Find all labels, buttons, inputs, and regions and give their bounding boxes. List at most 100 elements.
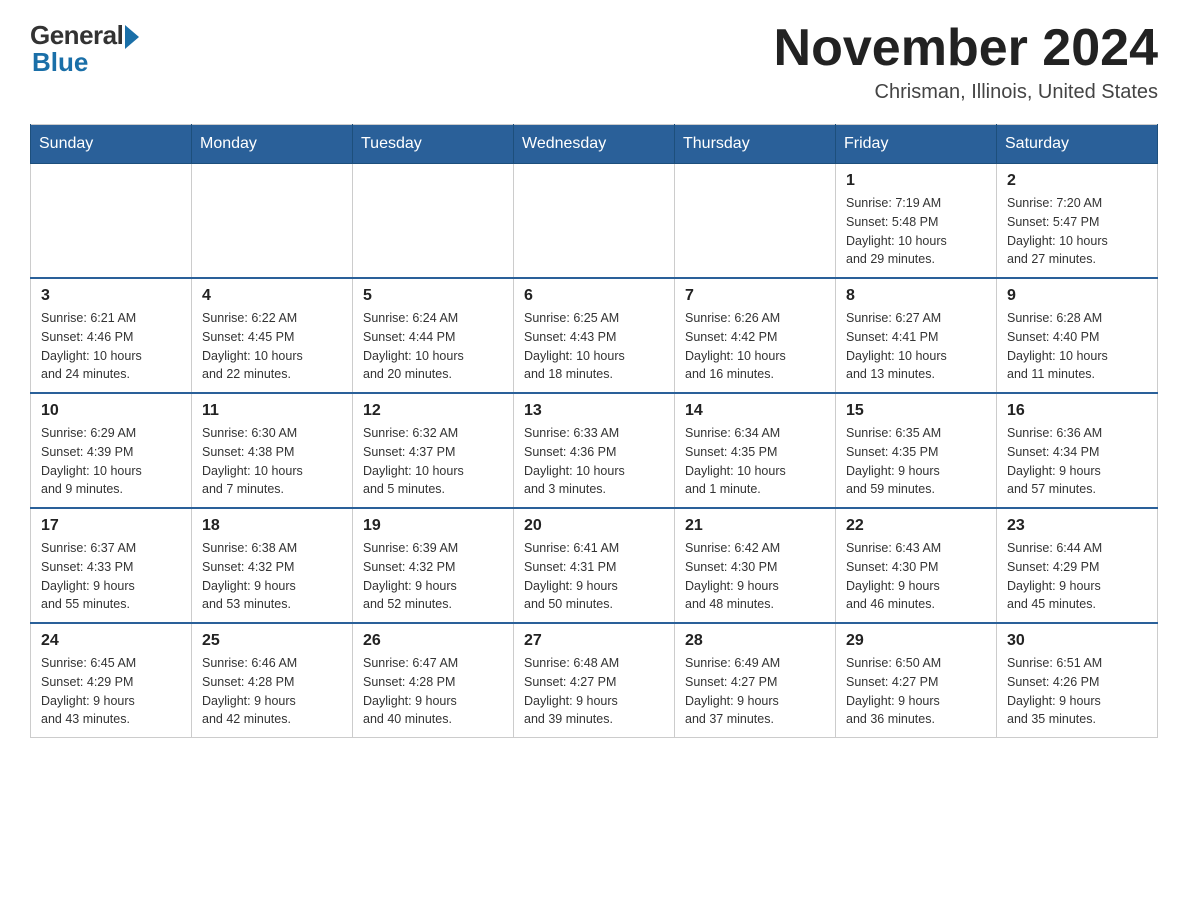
day-of-week-header: Saturday [997, 125, 1158, 164]
calendar-day-cell: 27Sunrise: 6:48 AM Sunset: 4:27 PM Dayli… [514, 623, 675, 738]
day-number: 14 [685, 402, 825, 420]
calendar-subtitle: Chrisman, Illinois, United States [774, 81, 1158, 104]
calendar-day-cell: 4 Sunrise: 6:22 AM Sunset: 4:45 PM Daylig… [192, 278, 353, 393]
calendar-day-cell: 21Sunrise: 6:42 AM Sunset: 4:30 PM Dayli… [675, 508, 836, 623]
day-info: Sunrise: 6:21 AM Sunset: 4:46 PM Dayligh… [41, 311, 142, 381]
day-number: 17 [41, 517, 181, 535]
page-header: General Blue November 2024 Chrisman, Ill… [30, 20, 1158, 104]
day-info: Sunrise: 6:50 AM Sunset: 4:27 PM Dayligh… [846, 656, 941, 726]
day-info: Sunrise: 6:42 AM Sunset: 4:30 PM Dayligh… [685, 541, 780, 611]
day-of-week-header: Tuesday [353, 125, 514, 164]
day-info: Sunrise: 6:34 AM Sunset: 4:35 PM Dayligh… [685, 426, 786, 496]
calendar-day-cell: 18 Sunrise: 6:38 AM Sunset: 4:32 PM Dayli… [192, 508, 353, 623]
day-number: 13 [524, 402, 664, 420]
calendar-day-cell: 11Sunrise: 6:30 AM Sunset: 4:38 PM Dayli… [192, 393, 353, 508]
day-info: Sunrise: 6:44 AM Sunset: 4:29 PM Dayligh… [1007, 541, 1102, 611]
logo: General Blue [30, 20, 139, 78]
title-section: November 2024 Chrisman, Illinois, United… [774, 20, 1158, 104]
calendar-day-cell: 3 Sunrise: 6:21 AM Sunset: 4:46 PM Daylig… [31, 278, 192, 393]
day-number: 22 [846, 517, 986, 535]
calendar-title: November 2024 [774, 20, 1158, 77]
day-number: 25 [202, 632, 342, 650]
day-number: 26 [363, 632, 503, 650]
day-number: 10 [41, 402, 181, 420]
day-number: 1 [846, 172, 986, 190]
calendar-day-cell: 16 Sunrise: 6:36 AM Sunset: 4:34 PM Dayli… [997, 393, 1158, 508]
day-of-week-header: Monday [192, 125, 353, 164]
day-info: Sunrise: 6:46 AM Sunset: 4:28 PM Dayligh… [202, 656, 297, 726]
calendar-day-cell: 19Sunrise: 6:39 AM Sunset: 4:32 PM Dayli… [353, 508, 514, 623]
calendar-day-cell: 20 Sunrise: 6:41 AM Sunset: 4:31 PM Dayli… [514, 508, 675, 623]
day-number: 18 [202, 517, 342, 535]
day-info: Sunrise: 6:36 AM Sunset: 4:34 PM Dayligh… [1007, 426, 1102, 496]
calendar-day-cell: 25 Sunrise: 6:46 AM Sunset: 4:28 PM Dayli… [192, 623, 353, 738]
day-info: Sunrise: 6:37 AM Sunset: 4:33 PM Dayligh… [41, 541, 136, 611]
calendar-day-cell [192, 164, 353, 279]
calendar-week-row: 3 Sunrise: 6:21 AM Sunset: 4:46 PM Daylig… [31, 278, 1158, 393]
day-number: 2 [1007, 172, 1147, 190]
day-info: Sunrise: 7:19 AM Sunset: 5:48 PM Dayligh… [846, 196, 947, 266]
calendar-week-row: 17 Sunrise: 6:37 AM Sunset: 4:33 PM Dayli… [31, 508, 1158, 623]
day-number: 3 [41, 287, 181, 305]
day-info: Sunrise: 6:48 AM Sunset: 4:27 PM Dayligh… [524, 656, 619, 726]
day-info: Sunrise: 6:24 AM Sunset: 4:44 PM Dayligh… [363, 311, 464, 381]
calendar-day-cell: 13 Sunrise: 6:33 AM Sunset: 4:36 PM Dayli… [514, 393, 675, 508]
calendar-day-cell: 23 Sunrise: 6:44 AM Sunset: 4:29 PM Dayli… [997, 508, 1158, 623]
calendar-day-cell [31, 164, 192, 279]
day-number: 16 [1007, 402, 1147, 420]
calendar-day-cell: 28 Sunrise: 6:49 AM Sunset: 4:27 PM Dayli… [675, 623, 836, 738]
day-info: Sunrise: 6:28 AM Sunset: 4:40 PM Dayligh… [1007, 311, 1108, 381]
day-number: 12 [363, 402, 503, 420]
day-info: Sunrise: 6:32 AM Sunset: 4:37 PM Dayligh… [363, 426, 464, 496]
day-info: Sunrise: 6:25 AM Sunset: 4:43 PM Dayligh… [524, 311, 625, 381]
calendar-week-row: 24Sunrise: 6:45 AM Sunset: 4:29 PM Dayli… [31, 623, 1158, 738]
calendar-day-cell: 15Sunrise: 6:35 AM Sunset: 4:35 PM Dayli… [836, 393, 997, 508]
day-of-week-header: Thursday [675, 125, 836, 164]
day-of-week-header: Sunday [31, 125, 192, 164]
day-info: Sunrise: 6:33 AM Sunset: 4:36 PM Dayligh… [524, 426, 625, 496]
day-number: 7 [685, 287, 825, 305]
day-info: Sunrise: 6:29 AM Sunset: 4:39 PM Dayligh… [41, 426, 142, 496]
calendar-day-cell: 9Sunrise: 6:28 AM Sunset: 4:40 PM Daylig… [997, 278, 1158, 393]
day-info: Sunrise: 6:43 AM Sunset: 4:30 PM Dayligh… [846, 541, 941, 611]
day-info: Sunrise: 7:20 AM Sunset: 5:47 PM Dayligh… [1007, 196, 1108, 266]
calendar-day-cell: 6 Sunrise: 6:25 AM Sunset: 4:43 PM Daylig… [514, 278, 675, 393]
day-number: 6 [524, 287, 664, 305]
day-info: Sunrise: 6:49 AM Sunset: 4:27 PM Dayligh… [685, 656, 780, 726]
calendar-day-cell: 7Sunrise: 6:26 AM Sunset: 4:42 PM Daylig… [675, 278, 836, 393]
day-of-week-header: Friday [836, 125, 997, 164]
day-info: Sunrise: 6:51 AM Sunset: 4:26 PM Dayligh… [1007, 656, 1102, 726]
day-of-week-header: Wednesday [514, 125, 675, 164]
calendar-week-row: 10 Sunrise: 6:29 AM Sunset: 4:39 PM Dayli… [31, 393, 1158, 508]
days-header-row: SundayMondayTuesdayWednesdayThursdayFrid… [31, 125, 1158, 164]
day-info: Sunrise: 6:27 AM Sunset: 4:41 PM Dayligh… [846, 311, 947, 381]
day-number: 29 [846, 632, 986, 650]
day-number: 19 [363, 517, 503, 535]
calendar-day-cell: 26 Sunrise: 6:47 AM Sunset: 4:28 PM Dayli… [353, 623, 514, 738]
day-number: 4 [202, 287, 342, 305]
calendar-day-cell: 8Sunrise: 6:27 AM Sunset: 4:41 PM Daylig… [836, 278, 997, 393]
day-info: Sunrise: 6:30 AM Sunset: 4:38 PM Dayligh… [202, 426, 303, 496]
calendar-day-cell: 22 Sunrise: 6:43 AM Sunset: 4:30 PM Dayli… [836, 508, 997, 623]
calendar-day-cell: 24Sunrise: 6:45 AM Sunset: 4:29 PM Dayli… [31, 623, 192, 738]
calendar-day-cell: 10 Sunrise: 6:29 AM Sunset: 4:39 PM Dayli… [31, 393, 192, 508]
calendar-day-cell: 17 Sunrise: 6:37 AM Sunset: 4:33 PM Dayli… [31, 508, 192, 623]
calendar-table: SundayMondayTuesdayWednesdayThursdayFrid… [30, 124, 1158, 738]
day-info: Sunrise: 6:47 AM Sunset: 4:28 PM Dayligh… [363, 656, 458, 726]
logo-blue-text: Blue [30, 47, 88, 78]
logo-arrow-icon [125, 25, 139, 49]
day-number: 28 [685, 632, 825, 650]
calendar-day-cell: 2 Sunrise: 7:20 AM Sunset: 5:47 PM Daylig… [997, 164, 1158, 279]
day-info: Sunrise: 6:22 AM Sunset: 4:45 PM Dayligh… [202, 311, 303, 381]
calendar-day-cell [675, 164, 836, 279]
day-info: Sunrise: 6:45 AM Sunset: 4:29 PM Dayligh… [41, 656, 136, 726]
calendar-day-cell: 30 Sunrise: 6:51 AM Sunset: 4:26 PM Dayli… [997, 623, 1158, 738]
calendar-day-cell: 5Sunrise: 6:24 AM Sunset: 4:44 PM Daylig… [353, 278, 514, 393]
calendar-day-cell: 1 Sunrise: 7:19 AM Sunset: 5:48 PM Daylig… [836, 164, 997, 279]
day-number: 30 [1007, 632, 1147, 650]
day-info: Sunrise: 6:38 AM Sunset: 4:32 PM Dayligh… [202, 541, 297, 611]
day-info: Sunrise: 6:41 AM Sunset: 4:31 PM Dayligh… [524, 541, 619, 611]
day-number: 20 [524, 517, 664, 535]
day-number: 23 [1007, 517, 1147, 535]
calendar-day-cell: 29 Sunrise: 6:50 AM Sunset: 4:27 PM Dayli… [836, 623, 997, 738]
